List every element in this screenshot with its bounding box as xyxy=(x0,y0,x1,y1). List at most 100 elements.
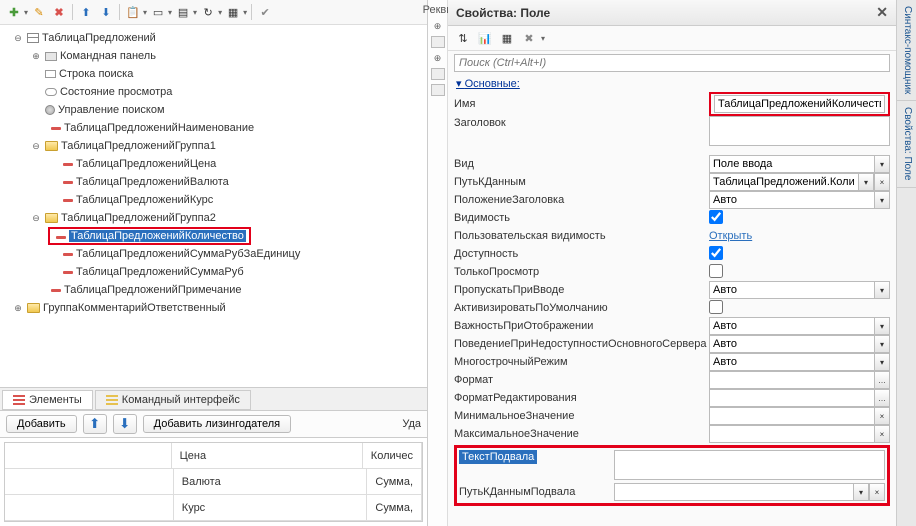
section-main[interactable]: ▾ Основные: xyxy=(448,75,896,92)
dropdown-icon[interactable]: ▾ xyxy=(874,317,890,335)
clear-small-icon[interactable]: × xyxy=(874,425,890,443)
prop-activate-checkbox[interactable] xyxy=(709,300,723,314)
tree-root[interactable]: ТаблицаПредложений xyxy=(42,32,156,44)
filter-icon[interactable]: 📊 xyxy=(476,29,494,47)
dropdown-icon[interactable]: ▾ xyxy=(858,173,874,191)
tree-item[interactable]: ТаблицаПредложенийСуммаРубЗаЕдиницу xyxy=(76,248,300,260)
prop-kind-label: Вид xyxy=(454,157,709,171)
ellipsis-icon[interactable]: … xyxy=(874,371,890,389)
sliver-item-icon[interactable] xyxy=(431,36,445,48)
prop-skip-input[interactable] xyxy=(709,281,874,299)
prop-title-input[interactable] xyxy=(709,116,890,146)
tree-item[interactable]: ТаблицаПредложенийНаименование xyxy=(64,122,254,134)
tree-item[interactable]: ТаблицаПредложенийГруппа1 xyxy=(61,140,216,152)
tree-item[interactable]: Управление поиском xyxy=(58,104,165,116)
delete-button-cut[interactable]: Уда xyxy=(402,418,421,430)
check-icon[interactable]: ✔ xyxy=(256,3,274,21)
prop-uservis-link[interactable]: Открыть xyxy=(709,230,752,242)
sliver-item-icon[interactable] xyxy=(431,84,445,96)
layout-icon[interactable]: ▤ xyxy=(174,3,192,21)
collapse-icon[interactable]: ⊖ xyxy=(12,32,24,44)
delete-icon[interactable]: ✖ xyxy=(50,3,68,21)
expand-icon[interactable]: ⊕ xyxy=(432,20,444,32)
prop-multiline-input[interactable] xyxy=(709,353,874,371)
copy-icon[interactable]: 📋 xyxy=(124,3,142,21)
tree-item[interactable]: ТаблицаПредложенийПримечание xyxy=(64,284,242,296)
prop-max-input[interactable] xyxy=(709,425,874,443)
tree-item-selected[interactable]: ТаблицаПредложенийКоличество xyxy=(69,230,246,242)
prop-footerpath-input[interactable] xyxy=(614,483,853,501)
expand-icon[interactable]: ⊕ xyxy=(12,302,24,314)
prop-format-input[interactable] xyxy=(709,371,874,389)
col-currency[interactable]: Валюта xyxy=(174,469,368,494)
clear-small-icon[interactable]: × xyxy=(869,483,885,501)
search-input[interactable] xyxy=(454,54,890,72)
col-price[interactable]: Цена xyxy=(172,443,363,468)
prop-importance-input[interactable] xyxy=(709,317,874,335)
prop-editformat-label: ФорматРедактирования xyxy=(454,391,709,405)
clear-small-icon[interactable]: × xyxy=(874,407,890,425)
expand-icon[interactable]: ⊕ xyxy=(30,50,42,62)
col-rate[interactable]: Курс xyxy=(174,495,368,520)
field-icon xyxy=(63,181,73,184)
add-lessor-button[interactable]: Добавить лизингодателя xyxy=(143,415,291,433)
collapse-icon[interactable]: ⊖ xyxy=(30,212,42,224)
form-tree[interactable]: ⊖ ТаблицаПредложений ⊕ Командная панель Ст… xyxy=(0,25,427,387)
tree-item[interactable]: Состояние просмотра xyxy=(60,86,172,98)
expand-icon[interactable]: ⊕ xyxy=(432,52,444,64)
dropdown-icon[interactable]: ▾ xyxy=(874,353,890,371)
col-qty[interactable]: Количес xyxy=(363,443,422,468)
table-icon xyxy=(27,33,39,43)
tree-item[interactable]: Строка поиска xyxy=(59,68,133,80)
add-icon[interactable]: ✚ xyxy=(5,3,23,21)
prop-titlepos-input[interactable] xyxy=(709,191,874,209)
add-button[interactable]: Добавить xyxy=(6,415,77,433)
move-down-button[interactable]: ⬇ xyxy=(113,414,137,434)
up-icon[interactable]: ⬆ xyxy=(77,3,95,21)
prop-footertext-input[interactable] xyxy=(614,450,885,480)
dropdown-icon[interactable]: ▾ xyxy=(853,483,869,501)
tree-item[interactable]: ТаблицаПредложенийСуммаРуб xyxy=(76,266,244,278)
sliver-item-icon[interactable] xyxy=(431,68,445,80)
dropdown-icon[interactable]: ▾ xyxy=(874,155,890,173)
clear-small-icon[interactable]: × xyxy=(874,173,890,191)
prop-format-label: Формат xyxy=(454,373,709,387)
tab-syntax-helper[interactable]: Синтакс-помощник xyxy=(897,0,916,101)
prop-editformat-input[interactable] xyxy=(709,389,874,407)
prop-name-input[interactable] xyxy=(714,95,885,113)
collapse-icon[interactable]: ⊖ xyxy=(30,140,42,152)
prop-min-input[interactable] xyxy=(709,407,874,425)
dropdown-icon[interactable]: ▾ xyxy=(874,335,890,353)
dropdown-icon[interactable]: ▾ xyxy=(874,191,890,209)
prop-kind-input[interactable] xyxy=(709,155,874,173)
tree-item[interactable]: ТаблицаПредложенийКурс xyxy=(76,194,213,206)
prop-avail-checkbox[interactable] xyxy=(709,246,723,260)
cmd-iface-icon xyxy=(106,395,118,405)
col-sum2[interactable]: Сумма, xyxy=(367,495,422,520)
tab-properties[interactable]: Свойства: Поле xyxy=(897,101,916,187)
prop-datapath-input[interactable] xyxy=(709,173,858,191)
sort-icon[interactable]: ⇅ xyxy=(454,29,472,47)
prop-visible-checkbox[interactable] xyxy=(709,210,723,224)
tree-item[interactable]: ГруппаКомментарийОтветственный xyxy=(43,302,226,314)
prop-unavail-input[interactable] xyxy=(709,335,874,353)
edit-icon[interactable]: ✎ xyxy=(30,3,48,21)
close-icon[interactable]: ✕ xyxy=(876,4,888,21)
clear-icon[interactable]: ✖ xyxy=(520,29,538,47)
col-sum[interactable]: Сумма, xyxy=(367,469,422,494)
tab-command-interface[interactable]: Командный интерфейс xyxy=(95,390,251,410)
tree-item[interactable]: ТаблицаПредложенийВалюта xyxy=(76,176,229,188)
ellipsis-icon[interactable]: … xyxy=(874,389,890,407)
tree-item[interactable]: ТаблицаПредложенийГруппа2 xyxy=(61,212,216,224)
tree-item[interactable]: Командная панель xyxy=(60,50,156,62)
prop-readonly-checkbox[interactable] xyxy=(709,264,723,278)
dropdown-icon[interactable]: ▾ xyxy=(874,281,890,299)
down-icon[interactable]: ⬇ xyxy=(97,3,115,21)
rotate-icon[interactable]: ↻ xyxy=(199,3,217,21)
tree-item[interactable]: ТаблицаПредложенийЦена xyxy=(76,158,216,170)
categories-icon[interactable]: ▦ xyxy=(498,29,516,47)
move-up-button[interactable]: ⬆ xyxy=(83,414,107,434)
grid-icon[interactable]: ▦ xyxy=(224,3,242,21)
tab-elements[interactable]: Элементы xyxy=(2,390,93,410)
window-icon[interactable]: ▭ xyxy=(149,3,167,21)
